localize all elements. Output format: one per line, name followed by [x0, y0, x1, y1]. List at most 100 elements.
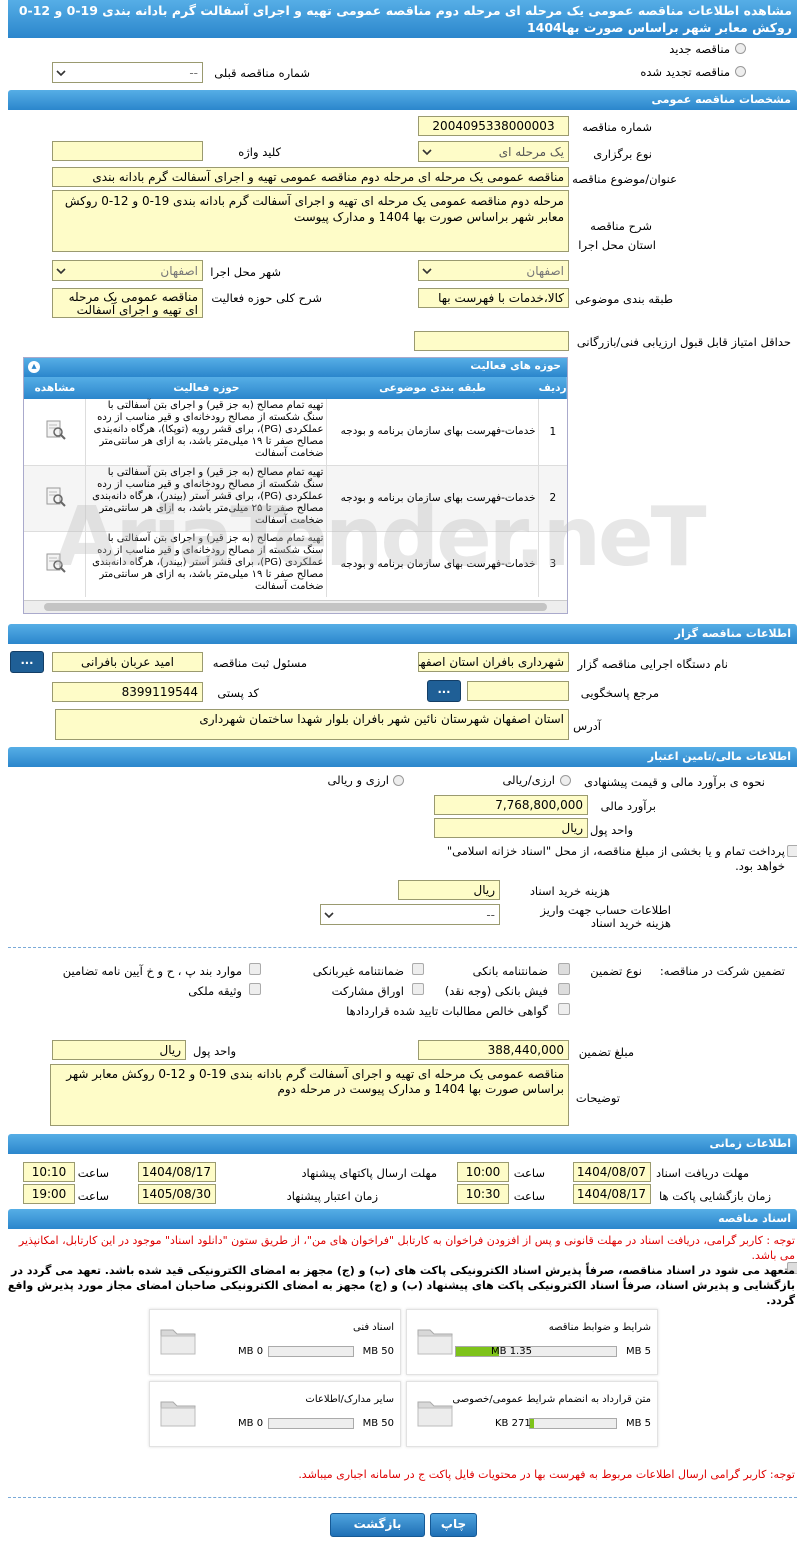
horizontal-scrollbar[interactable]	[24, 600, 567, 613]
renewed-tender-radio[interactable]	[735, 66, 746, 77]
bank-receipt-label: فیش بانکی (وجه نقد)	[444, 984, 548, 998]
doc-used: 1.35 MB	[491, 1346, 532, 1357]
folder-icon	[160, 1329, 196, 1355]
table-row: 1 خدمات-فهرست بهای سازمان برنامه و بودجه…	[24, 399, 567, 465]
address-label: آدرس	[573, 719, 601, 733]
currency-unit-label: واحد پول	[589, 823, 633, 837]
folder-icon	[417, 1329, 453, 1355]
treasury-checkbox[interactable]	[787, 845, 797, 857]
bank-guarantee-label: ضمانتنامه بانکی	[472, 964, 548, 978]
activity-header-label: حوزه های فعالیت	[470, 360, 561, 372]
bank-receipt-checkbox[interactable]	[558, 983, 570, 995]
prev-number-label: شماره مناقصه قبلی	[214, 66, 310, 80]
folder-icon	[417, 1401, 453, 1427]
organizer-header: اطلاعات مناقصه گزار	[8, 624, 797, 644]
prev-number-select[interactable]: --	[52, 62, 203, 83]
estimate-method-label: نحوه ی برآورد مالی و قیمت پیشنهادی	[583, 775, 765, 789]
collapse-icon[interactable]: ▴	[28, 361, 40, 373]
doc-technical[interactable]: اسناد فنی 50 MB 0 MB	[149, 1309, 401, 1375]
guarantee-type-label: نوع تضمین	[590, 964, 642, 978]
doc-name: شرایط و ضوابط مناقصه	[548, 1322, 651, 1333]
org-label: نام دستگاه اجرایی مناقصه گزار	[577, 657, 728, 671]
divider	[8, 1497, 797, 1498]
col-category: طبقه بندی موضوعی	[379, 382, 487, 394]
type-select[interactable]: یک مرحله ای	[418, 141, 569, 162]
divider	[8, 947, 797, 948]
postal-label: کد پستی	[217, 686, 259, 700]
back-button[interactable]: بازگشت	[330, 1513, 425, 1537]
subject-label: عنوان/موضوع مناقصه	[572, 172, 677, 186]
keyword-label: کلید واژه	[238, 145, 281, 159]
doc-progress	[455, 1346, 617, 1357]
new-tender-radio[interactable]	[735, 43, 746, 54]
opening-label: زمان بازگشایی پاکت ها	[659, 1189, 771, 1203]
doc-name: اسناد فنی	[353, 1322, 394, 1333]
currency-both-label: ارزی و ریالی	[327, 773, 389, 787]
send-deadline-date: 1404/08/17	[138, 1162, 216, 1182]
estimate-field: 7,768,800,000	[434, 795, 588, 815]
doc-other[interactable]: سایر مدارک/اطلاعات 50 MB 0 MB	[149, 1381, 401, 1447]
time-label: ساعت	[513, 1166, 545, 1180]
nonbank-guarantee-label: ضمانتنامه غیربانکی	[312, 964, 404, 978]
org-field: شهرداری بافران استان اصفهان	[418, 652, 569, 672]
estimate-label: برآورد مالی	[600, 799, 656, 813]
general-header: مشخصات مناقصه عمومی	[8, 90, 797, 110]
send-deadline-time: 10:10	[23, 1162, 75, 1182]
notes-label: توضیحات	[575, 1091, 620, 1105]
currency-rial-radio[interactable]	[560, 775, 571, 786]
row-number: 1	[537, 399, 567, 465]
regulation-items-label: موارد بند پ ، ح و خ آیین نامه تضامین	[62, 964, 242, 978]
min-score-field	[414, 331, 569, 351]
opening-time: 10:30	[457, 1184, 509, 1204]
doc-receive-date: 1404/08/07	[573, 1162, 651, 1182]
time-label: ساعت	[77, 1166, 109, 1180]
folder-icon	[160, 1401, 196, 1427]
finance-header: اطلاعات مالی/تامین اعتبار	[8, 747, 797, 767]
guarantee-unit-label: واحد پول	[192, 1044, 236, 1058]
commitment-text: متعهد می شود در اسناد مناقصه، صرفاً پذیر…	[7, 1264, 795, 1307]
bonds-checkbox[interactable]	[412, 983, 424, 995]
prev-number-value: --	[189, 66, 198, 80]
timing-header: اطلاعات زمانی	[8, 1134, 797, 1154]
bonds-label: اوراق مشارکت	[331, 984, 404, 998]
bank-guarantee-checkbox[interactable]	[558, 963, 570, 975]
nonbank-guarantee-checkbox[interactable]	[412, 963, 424, 975]
row-category: خدمات-فهرست بهای سازمان برنامه و بودجه	[326, 399, 539, 465]
currency-rial-label: ارزی/ریالی	[502, 773, 555, 787]
view-icon[interactable]	[43, 418, 67, 442]
account-value: --	[486, 908, 495, 922]
tender-number-field: 2004095338000003	[418, 116, 569, 136]
new-tender-label: مناقصه جدید	[669, 42, 730, 56]
regulation-items-checkbox[interactable]	[249, 963, 261, 975]
fee-label: هزینه خرید اسناد	[529, 884, 610, 898]
type-label: نوع برگزاری	[593, 147, 652, 161]
time-label: ساعت	[77, 1189, 109, 1203]
property-collateral-checkbox[interactable]	[249, 983, 261, 995]
postal-field: 8399119544	[52, 682, 203, 702]
doc-used: 271 KB	[495, 1418, 531, 1429]
city-value: اصفهان	[160, 264, 198, 278]
scrollbar-thumb[interactable]	[44, 603, 547, 611]
city-select[interactable]: اصفهان	[52, 260, 203, 281]
province-select[interactable]: اصفهان	[418, 260, 569, 281]
keyword-field[interactable]	[52, 141, 203, 161]
docs-header: اسناد مناقصه	[8, 1209, 797, 1229]
province-value: اصفهان	[526, 264, 564, 278]
doc-name: متن قرارداد به انضمام شرایط عمومی/خصوصی	[452, 1394, 651, 1405]
page-title: مشاهده اطلاعات مناقصه عمومی یک مرحله ای …	[8, 0, 797, 38]
chevron-down-icon	[422, 268, 432, 275]
doc-terms[interactable]: شرایط و ضوابط مناقصه 5 MB 1.35 MB	[406, 1309, 658, 1375]
doc-max: 50 MB	[362, 1346, 394, 1357]
doc-contract[interactable]: متن قرارداد به انضمام شرایط عمومی/خصوصی …	[406, 1381, 658, 1447]
responsible-lookup-button[interactable]: ...	[10, 651, 44, 673]
account-select[interactable]: --	[320, 904, 500, 925]
subject-field: مناقصه عمومی یک مرحله ای مرحله دوم مناقص…	[52, 167, 569, 187]
print-button[interactable]: چاپ	[430, 1513, 477, 1537]
time-label: ساعت	[513, 1189, 545, 1203]
reference-label: مرجع پاسخگویی	[580, 686, 659, 700]
currency-both-radio[interactable]	[393, 775, 404, 786]
claims-certificate-checkbox[interactable]	[558, 1003, 570, 1015]
col-view: مشاهده	[34, 382, 76, 394]
reference-lookup-button[interactable]: ...	[427, 680, 461, 702]
doc-receive-time: 10:00	[457, 1162, 509, 1182]
